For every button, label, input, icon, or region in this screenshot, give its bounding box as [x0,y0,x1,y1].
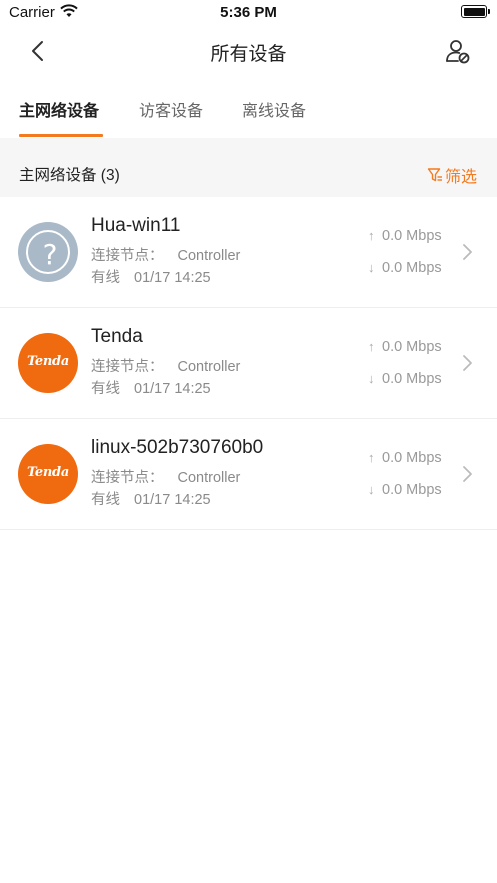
nav-bar: 所有设备 [0,26,497,79]
status-time: 5:36 PM [220,4,277,21]
connection-type: 有线 [91,270,120,286]
arrow-down-icon: ↓ [368,482,375,497]
tab-offline[interactable]: 离线设备 [242,97,306,121]
device-tabs: 主网络设备 访客设备 离线设备 [0,78,497,137]
user-settings-icon [446,40,470,64]
node-value: Controller [177,470,241,486]
chevron-right-icon [463,244,472,260]
upload-speed: ↑ 0.0 Mbps [368,339,442,355]
download-speed: ↓ 0.0 Mbps [368,260,442,276]
node-label: 连接节点： [91,470,164,486]
device-node: 连接节点： Controller [91,244,240,265]
download-speed: ↓ 0.0 Mbps [368,482,442,498]
connection-time: 01/17 14:25 [134,270,211,286]
node-value: Controller [177,359,241,375]
chevron-right-icon [463,466,472,482]
device-row[interactable]: Tenda linux-502b730760b0 连接节点： Controller… [0,419,497,530]
tenda-logo-icon: Tenda [18,333,78,393]
node-label: 连接节点： [91,248,164,264]
user-settings-button[interactable] [444,38,472,66]
device-row[interactable]: Tenda Tenda 连接节点： Controller 有线 01/17 14:2… [0,308,497,419]
tab-indicator [19,134,103,137]
arrow-up-icon: ↑ [368,228,375,243]
tab-main-network[interactable]: 主网络设备 [19,97,99,121]
chevron-right-icon [463,355,472,371]
connection-time: 01/17 14:25 [134,492,211,508]
device-list: ? Hua-win11 连接节点： Controller 有线 01/17 14:2… [0,197,497,530]
arrow-up-icon: ↑ [368,450,375,465]
device-name: Tenda [91,326,143,347]
filter-icon [427,168,442,182]
node-value: Controller [177,248,241,264]
device-name: Hua-win11 [91,215,181,236]
status-bar: Carrier 5:36 PM [0,0,497,26]
connection-type: 有线 [91,492,120,508]
device-name: linux-502b730760b0 [91,437,264,458]
unknown-device-icon: ? [18,222,78,282]
upload-speed: ↑ 0.0 Mbps [368,228,442,244]
tenda-logo-icon: Tenda [18,444,78,504]
arrow-down-icon: ↓ [368,371,375,386]
download-speed: ↓ 0.0 Mbps [368,371,442,387]
connection-type: 有线 [91,381,120,397]
upload-speed: ↑ 0.0 Mbps [368,450,442,466]
device-node: 连接节点： Controller [91,355,240,376]
page-title: 所有设备 [210,44,287,65]
section-header: 主网络设备 (3) 筛选 [0,138,497,197]
filter-button[interactable]: 筛选 [427,163,477,187]
device-row[interactable]: ? Hua-win11 连接节点： Controller 有线 01/17 14:2… [0,197,497,308]
connection-time: 01/17 14:25 [134,381,211,397]
filter-label: 筛选 [445,169,478,186]
arrow-up-icon: ↑ [368,339,375,354]
battery-icon [461,5,490,18]
tab-guest[interactable]: 访客设备 [139,97,203,121]
device-connection: 有线 01/17 14:25 [91,377,211,398]
node-label: 连接节点： [91,359,164,375]
device-connection: 有线 01/17 14:25 [91,488,211,509]
arrow-down-icon: ↓ [368,260,375,275]
section-title: 主网络设备 (3) [19,167,120,184]
device-node: 连接节点： Controller [91,466,240,487]
device-connection: 有线 01/17 14:25 [91,266,211,287]
